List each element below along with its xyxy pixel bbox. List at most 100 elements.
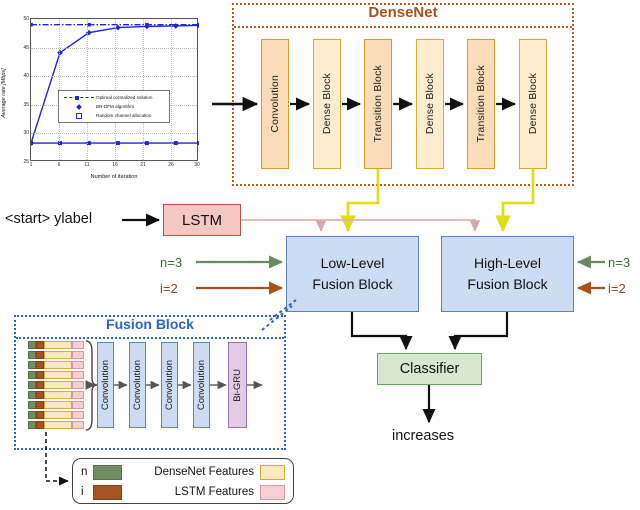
chart-legend-label: Optimal centralized solution [96, 95, 153, 100]
feature-segment-l [72, 421, 84, 429]
feature-segment-d [44, 401, 72, 409]
feature-segment-i [36, 391, 44, 399]
n-value-right: n=3 [608, 255, 631, 270]
chart-xtick: 6 [57, 162, 61, 168]
feature-segment-i [36, 361, 44, 369]
fusion-detail-convolution-4[interactable]: Convolution [193, 342, 210, 428]
feature-segment-i [36, 351, 44, 359]
fusion-block-title-divider [16, 337, 284, 339]
feature-vector-row [28, 341, 84, 349]
pink-path-low [241, 219, 327, 232]
legend-swatch-i [93, 484, 122, 500]
legend-lstm-features-label: LSTM Features [174, 486, 254, 498]
high-fusion-label-line1: High-Level [474, 255, 541, 271]
legend-n-key: n [81, 466, 88, 478]
fusion-detail-block-label: Convolution [132, 359, 143, 411]
feature-segment-n [28, 351, 36, 359]
chart-xtick: 26 [168, 162, 174, 168]
fusion-detail-convolution-3[interactable]: Convolution [161, 342, 178, 428]
feature-segment-n [28, 401, 36, 409]
start-token-label: <start> ylabel [5, 211, 93, 227]
feature-segment-d [44, 411, 72, 419]
feature-segment-n [28, 341, 36, 349]
feature-segment-i [36, 421, 44, 429]
densenet-block-label: Dense Block [321, 73, 333, 135]
chart-gridline-v [171, 19, 172, 160]
classifier-output-label: increases [392, 428, 455, 444]
densenet-title: DenseNet [368, 4, 438, 21]
chart-legend-item: BR-DFM algorithm [62, 102, 166, 111]
feature-segment-d [44, 341, 72, 349]
densenet-block-transition-2[interactable]: Transition Block [467, 39, 495, 169]
feature-segment-n [28, 381, 36, 389]
legend-densenet-features-label: DenseNet Features [154, 466, 254, 478]
feature-segment-d [44, 361, 72, 369]
pink-path-high [321, 219, 481, 232]
feature-segment-l [72, 361, 84, 369]
densenet-title-divider [234, 26, 572, 28]
low-fusion-label-line2: Fusion Block [312, 276, 393, 292]
chart-ytick: 30 [23, 130, 29, 137]
densenet-block-label: Convolution [269, 75, 281, 133]
chart-legend: Optimal centralized solution BR-DFM algo… [58, 90, 170, 123]
legend-swatch-n [93, 464, 122, 480]
feature-segment-n [28, 371, 36, 379]
feature-vector-row [28, 421, 84, 429]
densenet-block-dense-2[interactable]: Dense Block [416, 39, 444, 169]
feature-color-legend: n DenseNet Features i LSTM Features [72, 458, 294, 504]
average-rate-chart: Average rate [Mbps] Number of iteration … [1, 4, 212, 194]
i-value-right: i=2 [608, 281, 626, 296]
chart-legend-item: Optimal centralized solution [62, 93, 166, 102]
legend-key-diamond [62, 103, 96, 110]
classifier-block[interactable]: Classifier [377, 353, 482, 385]
feature-vector-row [28, 351, 84, 359]
feature-segment-i [36, 411, 44, 419]
chart-gridline-h [31, 133, 197, 135]
i-value-left: i=2 [160, 281, 178, 296]
densenet-block-transition-1[interactable]: Transition Block [364, 39, 392, 169]
densenet-block-label: Dense Block [527, 73, 539, 135]
legend-swatch-lstm-features [260, 484, 285, 500]
arrow-high-to-classifier [448, 312, 509, 351]
chart-gridline-h [31, 76, 197, 78]
feature-segment-d [44, 381, 72, 389]
chart-ytick: 45 [23, 44, 29, 51]
legend-i-key: i [81, 486, 84, 498]
fusion-detail-block-label: Bi-GRU [232, 368, 243, 402]
feature-segment-l [72, 341, 84, 349]
densenet-block-label: Dense Block [424, 73, 436, 135]
low-fusion-label-line1: Low-Level [320, 255, 385, 271]
feature-segment-l [72, 411, 84, 419]
chart-gridline-h [31, 47, 197, 49]
chart-legend-label: BR-DFM algorithm [96, 104, 135, 109]
feature-segment-l [72, 381, 84, 389]
feature-segment-l [72, 391, 84, 399]
n-value-left: n=3 [160, 255, 183, 270]
feature-segment-i [36, 371, 44, 379]
feature-segment-l [72, 351, 84, 359]
fusion-detail-bigru[interactable]: Bi-GRU [228, 342, 247, 428]
legend-row-lstm: i LSTM Features [81, 483, 285, 501]
densenet-block-convolution[interactable]: Convolution [261, 39, 289, 169]
feature-vector-row [28, 401, 84, 409]
high-level-fusion-block[interactable]: High-Level Fusion Block [441, 236, 574, 312]
feature-segment-l [72, 371, 84, 379]
feature-segment-d [44, 421, 72, 429]
feature-segment-d [44, 371, 72, 379]
fusion-detail-block-label: Convolution [196, 359, 207, 411]
densenet-block-label: Transition Block [372, 65, 384, 143]
feature-segment-n [28, 361, 36, 369]
densenet-block-dense-3[interactable]: Dense Block [519, 39, 547, 169]
densenet-block-dense-1[interactable]: Dense Block [313, 39, 341, 169]
feature-segment-d [44, 391, 72, 399]
feature-segment-n [28, 411, 36, 419]
fusion-detail-convolution-2[interactable]: Convolution [129, 342, 146, 428]
low-level-fusion-block[interactable]: Low-Level Fusion Block [286, 236, 419, 312]
feature-segment-i [36, 401, 44, 409]
fusion-detail-convolution-1[interactable]: Convolution [97, 342, 114, 428]
feature-vector-row [28, 411, 84, 419]
feature-vector-stack [28, 341, 84, 431]
lstm-block[interactable]: LSTM [163, 204, 241, 236]
feature-segment-i [36, 341, 44, 349]
feature-segment-n [28, 391, 36, 399]
